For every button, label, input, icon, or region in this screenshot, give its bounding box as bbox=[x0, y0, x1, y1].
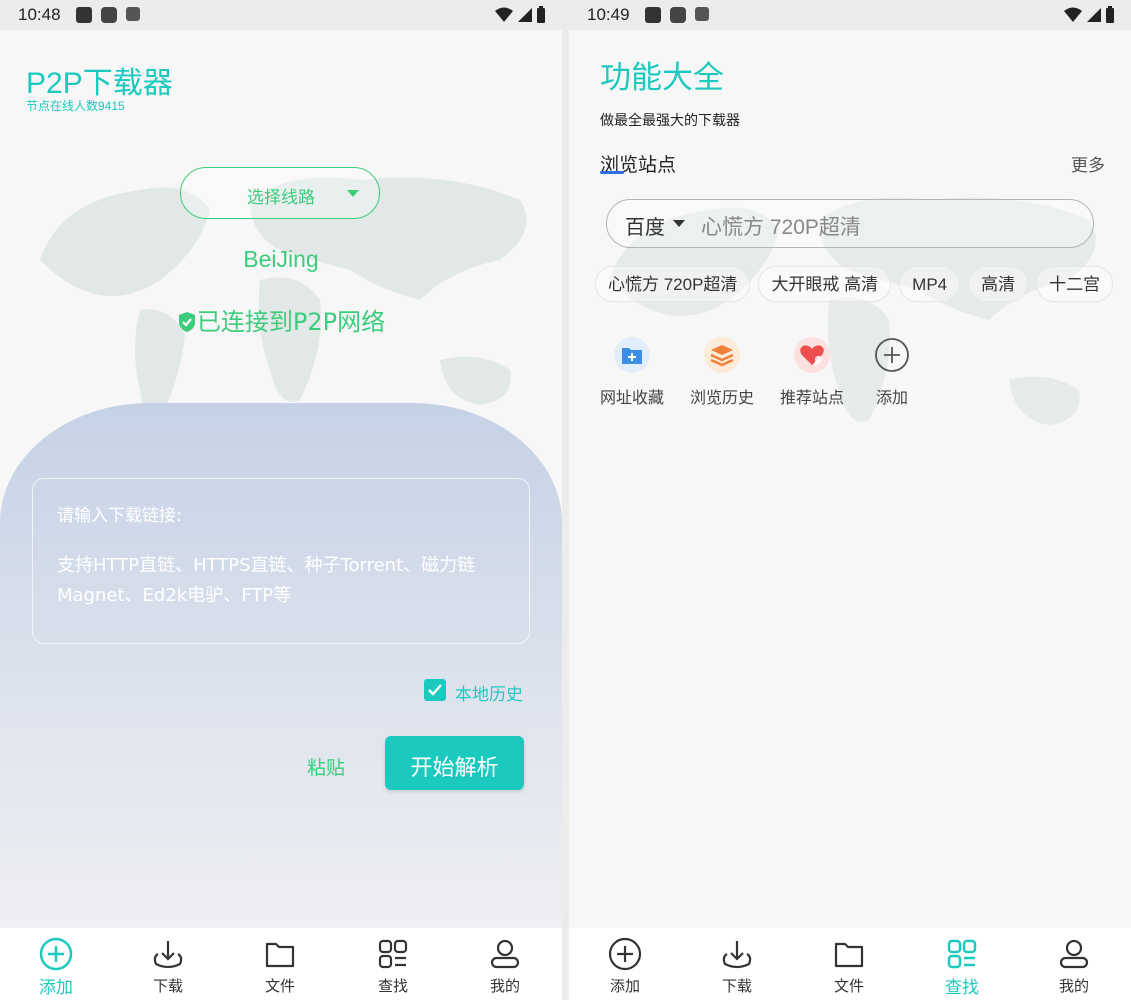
signal-icon bbox=[518, 8, 532, 22]
nav-me[interactable]: 我的 bbox=[1034, 928, 1114, 1000]
download-icon bbox=[722, 941, 752, 969]
world-map-background bbox=[609, 197, 1096, 425]
search-engine-select[interactable]: 百度 bbox=[625, 211, 665, 240]
nav-find[interactable]: 查找 bbox=[922, 928, 1002, 1000]
signal-icon bbox=[1087, 8, 1101, 22]
status-time: 10:49 bbox=[587, 5, 630, 24]
engine-caret-icon bbox=[673, 220, 685, 227]
dropdown-caret-icon bbox=[347, 190, 359, 197]
nav-files-label: 文件 bbox=[264, 977, 295, 995]
download-link-input[interactable]: 请输入下载链接: 支持HTTP直链、HTTPS直链、种子Torrent、磁力链M… bbox=[32, 478, 530, 644]
nav-download-label: 下载 bbox=[721, 977, 752, 995]
node-count: 节点在线人数9415 bbox=[26, 99, 125, 113]
battery-icon bbox=[537, 6, 545, 23]
folder-icon bbox=[265, 942, 295, 968]
local-history-checkbox[interactable] bbox=[424, 679, 446, 701]
nav-add[interactable]: 添加 bbox=[16, 928, 96, 1000]
shortcut-history-label: 浏览历史 bbox=[689, 388, 754, 407]
bottom-nav: 添加 下载 文件 查找 我的 bbox=[569, 928, 1131, 1000]
nav-download[interactable]: 下载 bbox=[697, 928, 777, 1000]
wifi-icon bbox=[495, 7, 513, 22]
nav-add[interactable]: 添加 bbox=[585, 928, 665, 1000]
wifi-icon bbox=[1064, 7, 1082, 22]
nav-files-label: 文件 bbox=[833, 977, 864, 995]
grid-icon bbox=[947, 939, 977, 969]
nav-me[interactable]: 我的 bbox=[465, 928, 545, 1000]
start-parse-button[interactable]: 开始解析 bbox=[385, 736, 524, 790]
section-underline bbox=[600, 171, 624, 174]
search-chip[interactable]: 十二宫 bbox=[1036, 266, 1114, 302]
shortcut-bookmarks-label: 网址收藏 bbox=[599, 388, 664, 407]
nav-me-label: 我的 bbox=[489, 977, 520, 995]
app-notification-icon bbox=[101, 7, 117, 23]
link-input-hint: 支持HTTP直链、HTTPS直链、种子Torrent、磁力链Magnet、Ed2… bbox=[57, 555, 476, 606]
photo-notification-icon bbox=[645, 7, 661, 23]
nav-me-label: 我的 bbox=[1058, 977, 1089, 995]
search-input[interactable]: 心慌方 720P超清 bbox=[701, 211, 861, 241]
bottom-nav: 添加 下载 文件 查找 我的 bbox=[0, 928, 562, 1000]
nav-files[interactable]: 文件 bbox=[240, 928, 320, 1000]
bookmark-folder-icon bbox=[614, 337, 650, 373]
shortcut-history[interactable]: 浏览历史 bbox=[677, 336, 767, 407]
add-circle-icon bbox=[608, 937, 642, 971]
shortcut-recommended-label: 推荐站点 bbox=[779, 388, 844, 407]
more-link[interactable]: 更多 bbox=[1071, 151, 1105, 176]
person-icon bbox=[490, 939, 520, 969]
app-title: P2P下载器 bbox=[26, 67, 173, 100]
select-route-label: 选择线路 bbox=[247, 188, 315, 208]
connection-status: 已连接到P2P网络 bbox=[0, 302, 562, 337]
nav-find-label: 查找 bbox=[377, 977, 408, 995]
nav-find[interactable]: 查找 bbox=[353, 928, 433, 1000]
download-icon bbox=[153, 941, 183, 969]
status-bar: 10:49 bbox=[569, 0, 1131, 30]
connection-status-text: 已连接到P2P网络 bbox=[196, 308, 386, 336]
nav-find-label: 查找 bbox=[945, 978, 979, 998]
link-input-label: 请输入下载链接: bbox=[57, 506, 182, 526]
photo-notification-icon bbox=[76, 7, 92, 23]
nav-add-label: 添加 bbox=[609, 977, 640, 995]
status-time: 10:48 bbox=[18, 5, 61, 24]
page-title: 功能大全 bbox=[600, 60, 724, 95]
check-icon bbox=[428, 684, 442, 696]
paste-button[interactable]: 粘贴 bbox=[307, 753, 345, 780]
search-chip[interactable]: 高清 bbox=[968, 266, 1029, 302]
page-subtitle: 做最全最强大的下载器 bbox=[600, 113, 740, 129]
nav-add-label: 添加 bbox=[39, 978, 73, 998]
history-layers-icon bbox=[704, 337, 740, 373]
shield-check-icon bbox=[178, 312, 195, 332]
battery-icon bbox=[1106, 6, 1114, 23]
shortcut-add[interactable]: 添加 bbox=[847, 336, 937, 407]
search-bar[interactable]: 百度 心慌方 720P超清 bbox=[606, 199, 1094, 248]
server-city: BeiJing bbox=[243, 246, 319, 272]
a-notification-icon bbox=[695, 7, 709, 21]
nav-download[interactable]: 下载 bbox=[128, 928, 208, 1000]
folder-icon bbox=[834, 942, 864, 968]
nav-download-label: 下载 bbox=[152, 977, 183, 995]
grid-icon bbox=[378, 939, 408, 969]
search-chip[interactable]: 心慌方 720P超清 bbox=[595, 266, 751, 302]
shortcut-bookmarks[interactable]: 网址收藏 bbox=[587, 336, 677, 407]
a-notification-icon bbox=[126, 7, 140, 21]
search-chip[interactable]: 大开眼戒 高清 bbox=[758, 266, 892, 302]
select-route-button[interactable]: 选择线路 bbox=[180, 167, 380, 219]
hot-search-chips: 心慌方 720P超清 大开眼戒 高清 MP4 高清 十二宫 bbox=[595, 266, 1131, 306]
search-chip[interactable]: MP4 bbox=[899, 266, 961, 302]
start-parse-label: 开始解析 bbox=[410, 756, 499, 781]
add-circle-icon bbox=[39, 937, 73, 971]
discover-screen: 10:49 功能大全 做最全最强大的下载器 浏览站点 更多 百度 心慌方 720… bbox=[569, 0, 1131, 1000]
recommend-heart-icon bbox=[794, 337, 830, 373]
nav-files[interactable]: 文件 bbox=[809, 928, 889, 1000]
add-circle-icon bbox=[875, 338, 909, 372]
shortcut-recommended[interactable]: 推荐站点 bbox=[767, 336, 857, 407]
local-history-label[interactable]: 本地历史 bbox=[455, 680, 523, 705]
person-icon bbox=[1059, 939, 1089, 969]
app-notification-icon bbox=[670, 7, 686, 23]
status-bar: 10:48 bbox=[0, 0, 562, 30]
shortcut-add-label: 添加 bbox=[875, 388, 908, 407]
download-screen: 10:48 P2P下载器 节点在线人数9415 选择线路 BeiJing 已连接… bbox=[0, 0, 562, 1000]
